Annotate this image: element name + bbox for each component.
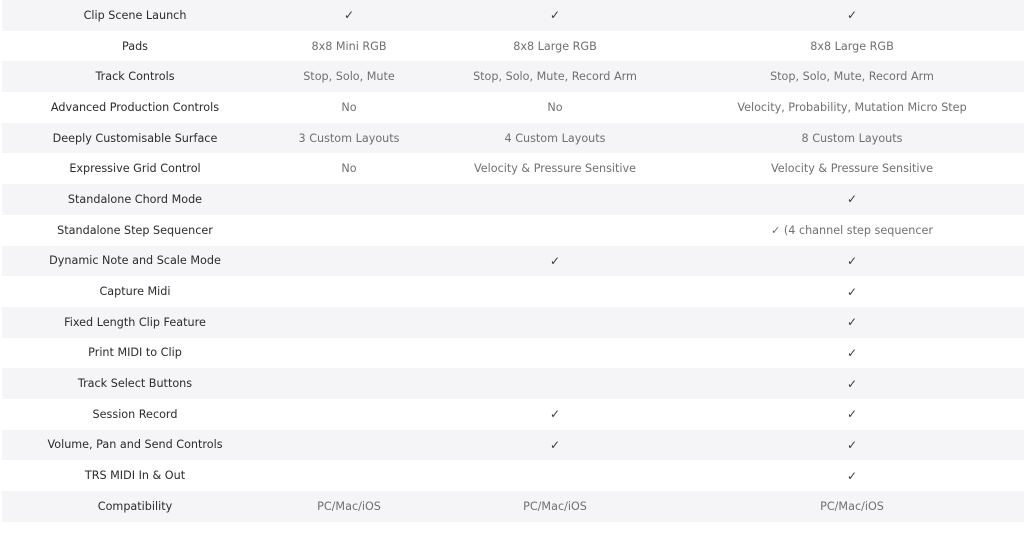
feature-value [268, 430, 430, 461]
feature-value: 8 Custom Layouts [801, 131, 903, 145]
feature-value [268, 215, 430, 246]
feature-value: PC/Mac/iOS [820, 499, 884, 513]
feature-label: Fixed Length Clip Feature [64, 315, 206, 329]
feature-value [430, 215, 680, 246]
feature-value: ✓ [846, 284, 858, 299]
table-row: Clip Scene Launch ✓ ✓ ✓ [2, 0, 1024, 31]
feature-value: Velocity & Pressure Sensitive [770, 162, 934, 176]
feature-value [430, 276, 680, 307]
table-row: Print MIDI to Clip ✓ [2, 337, 1024, 369]
table-row: Track Controls Stop, Solo, Mute Stop, Solo… [2, 61, 1024, 93]
feature-label: Dynamic Note and Scale Mode [49, 254, 221, 268]
feature-label: TRS MIDI In & Out [84, 469, 186, 483]
table-row: Deeply Customisable Surface 3 Custom Layo… [2, 122, 1024, 154]
feature-value: No [341, 162, 357, 176]
feature-value: ✓ [549, 407, 561, 422]
table-row: Volume, Pan and Send Controls ✓ ✓ [2, 429, 1024, 461]
feature-label: Standalone Step Sequencer [57, 223, 213, 237]
table-row: Capture Midi ✓ [2, 276, 1024, 307]
feature-label: Compatibility [97, 499, 173, 513]
feature-value: 4 Custom Layouts [504, 131, 606, 145]
table-row: Pads 8x8 Mini RGB 8x8 Large RGB 8x8 Large R… [2, 30, 1024, 62]
feature-label: Clip Scene Launch [83, 8, 187, 22]
feature-value: ✓ [846, 468, 858, 483]
feature-value [430, 368, 680, 399]
feature-value [430, 307, 680, 338]
feature-label: Deeply Customisable Surface [52, 131, 218, 145]
feature-value [268, 368, 430, 399]
feature-value [268, 276, 430, 307]
feature-value [430, 184, 680, 215]
table-row: Compatibility PC/Mac/iOS PC/Mac/iOS PC/Mac/… [2, 491, 1024, 522]
feature-value: Velocity & Pressure Sensitive [473, 162, 637, 176]
table-row: Standalone Chord Mode ✓ [2, 184, 1024, 215]
table-row: Standalone Step Sequencer ✓ (4 channel st… [2, 214, 1024, 246]
table-row: Dynamic Note and Scale Mode ✓ ✓ [2, 245, 1024, 277]
feature-value: ✓ [846, 253, 858, 268]
feature-value: ✓ [846, 376, 858, 391]
feature-value: ✓ [846, 345, 858, 360]
feature-label: Print MIDI to Clip [88, 346, 182, 360]
feature-label: Capture Midi [99, 285, 171, 299]
feature-value: 8x8 Large RGB [513, 39, 597, 53]
feature-label: Advanced Production Controls [50, 100, 220, 114]
feature-value: PC/Mac/iOS [523, 499, 587, 513]
feature-value: Stop, Solo, Mute [303, 70, 395, 84]
feature-value [268, 338, 430, 369]
feature-label: Session Record [92, 407, 178, 421]
feature-value [430, 460, 680, 491]
feature-value: Stop, Solo, Mute, Record Arm [473, 70, 637, 84]
feature-label: Volume, Pan and Send Controls [47, 438, 223, 452]
feature-value: 3 Custom Layouts [298, 131, 400, 145]
feature-value: ✓ [846, 8, 858, 23]
feature-value [268, 399, 430, 430]
feature-value: ✓ [846, 407, 858, 422]
feature-value: No [341, 100, 357, 114]
feature-value [268, 184, 430, 215]
feature-value: PC/Mac/iOS [317, 499, 381, 513]
feature-value: 8x8 Large RGB [810, 39, 894, 53]
comparison-table: Clip Scene Launch ✓ ✓ ✓ Pads 8x8 Mini RGB 8x8 … [2, 0, 1024, 522]
table-row: Session Record ✓ ✓ [2, 398, 1024, 430]
feature-label: Track Select Buttons [77, 377, 193, 391]
feature-value: ✓ [549, 253, 561, 268]
feature-label: Expressive Grid Control [69, 162, 201, 176]
feature-value: ✓ [846, 192, 858, 207]
table-row: Advanced Production Controls No No Velocity… [2, 92, 1024, 123]
feature-label: Standalone Chord Mode [67, 192, 203, 206]
feature-value [268, 460, 430, 491]
feature-value: ✓ [846, 315, 858, 330]
feature-value [268, 246, 430, 277]
table-row: Expressive Grid Control No Velocity & Pres… [2, 153, 1024, 185]
feature-value: 8x8 Mini RGB [311, 39, 387, 53]
table-row: Track Select Buttons ✓ [2, 368, 1024, 399]
feature-value: ✓ [549, 8, 561, 23]
feature-value: ✓ (4 channel step sequencer [770, 223, 934, 237]
feature-value: Velocity, Probability, Mutation Micro St… [737, 100, 967, 114]
feature-value [430, 338, 680, 369]
feature-value: ✓ [846, 437, 858, 452]
feature-value: No [547, 100, 563, 114]
feature-value [268, 307, 430, 338]
table-row: Fixed Length Clip Feature ✓ [2, 306, 1024, 338]
feature-label: Pads [121, 39, 149, 53]
feature-value: ✓ [549, 437, 561, 452]
feature-label: Track Controls [95, 70, 175, 84]
feature-value: Stop, Solo, Mute, Record Arm [770, 70, 934, 84]
table-row: TRS MIDI In & Out ✓ [2, 460, 1024, 491]
feature-value: ✓ [343, 8, 355, 23]
